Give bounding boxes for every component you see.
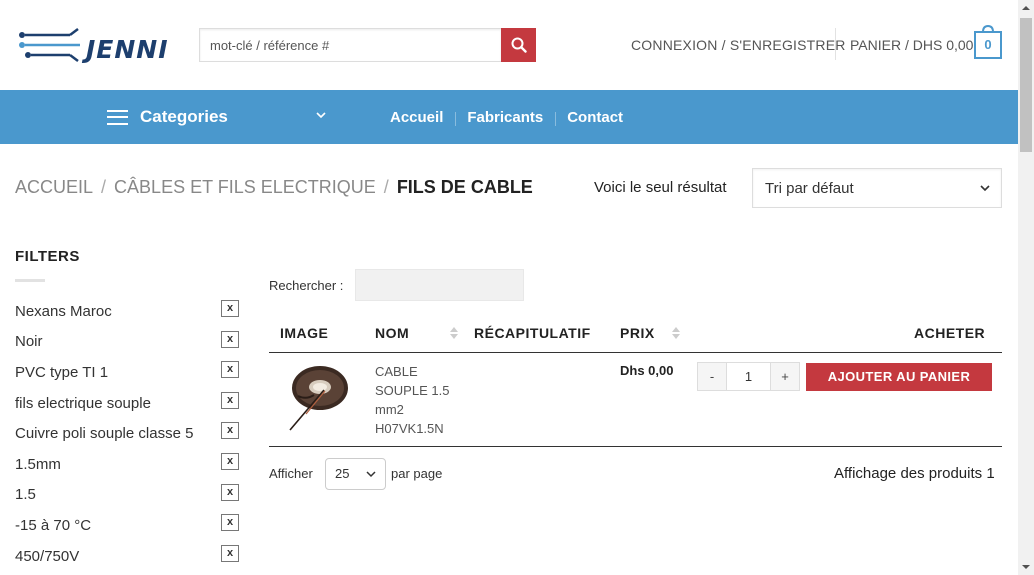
show-label: Afficher <box>269 466 313 481</box>
quantity-stepper: - 1 + <box>697 362 800 391</box>
filter-item: PVC type TI 1 x <box>15 357 245 388</box>
column-header-buy: ACHETER <box>914 325 986 341</box>
filter-item: Noir x <box>15 327 245 358</box>
remove-filter-button[interactable]: x <box>221 361 239 379</box>
product-price: Dhs 0,00 <box>620 363 674 378</box>
chevron-down-icon <box>980 185 990 192</box>
hamburger-icon <box>107 109 128 125</box>
quantity-input[interactable]: 1 <box>727 363 770 390</box>
add-to-cart-button[interactable]: AJOUTER AU PANIER <box>806 363 992 391</box>
search-button[interactable] <box>501 28 536 62</box>
site-header: JENNI CONNEXION / S'ENREGISTRER PANIER /… <box>0 0 1018 90</box>
nav-links: Accueil Fabricants Contact <box>378 90 635 144</box>
scroll-down-arrow-icon[interactable] <box>1018 559 1034 575</box>
logo-circuit-icon <box>19 28 80 62</box>
search-input[interactable] <box>199 28 502 62</box>
filter-label: 450/750V <box>15 547 80 565</box>
remove-filter-button[interactable]: x <box>221 300 239 317</box>
active-filters-list: Nexans Maroc x Noir x PVC type TI 1 x fils … <box>15 296 245 571</box>
filter-item: Nexans Maroc x <box>15 296 245 327</box>
scroll-up-arrow-icon[interactable] <box>1018 0 1034 16</box>
product-image[interactable] <box>284 360 352 434</box>
sort-select[interactable]: Tri par défaut <box>752 168 1002 208</box>
table-info: Affichage des produits 1 <box>834 465 995 482</box>
site-logo[interactable]: JENNI <box>18 22 168 68</box>
categories-menu-toggle[interactable]: Categories <box>107 90 228 144</box>
scrollbar-thumb[interactable] <box>1020 18 1032 152</box>
column-header-name[interactable]: NOM <box>375 325 409 341</box>
categories-label: Categories <box>140 107 228 126</box>
main-nav: Categories Accueil Fabricants Contact <box>0 90 1018 144</box>
filter-item: 1.5 x <box>15 480 245 511</box>
filter-item: Cuivre poli souple classe 5 x <box>15 418 245 449</box>
remove-filter-button[interactable]: x <box>221 452 239 470</box>
nav-link-accueil[interactable]: Accueil <box>378 109 455 126</box>
nav-link-fabricants[interactable]: Fabricants <box>455 109 555 126</box>
logo-text: JENNI <box>86 35 169 64</box>
sort-selected-value: Tri par défaut <box>765 179 854 197</box>
filters-title: FILTERS <box>15 248 80 265</box>
filter-label: Nexans Maroc <box>15 302 112 320</box>
filter-label: PVC type TI 1 <box>15 363 109 381</box>
per-page-select[interactable]: 25 <box>325 458 386 490</box>
filter-item: 450/750V x <box>15 541 245 572</box>
table-search-label: Rechercher : <box>269 278 344 293</box>
filter-label: -15 à 70 °C <box>15 516 92 534</box>
cart-count-badge: 0 <box>984 37 992 52</box>
filter-label: 1.5mm <box>15 455 61 473</box>
breadcrumb-separator: / <box>101 177 107 197</box>
column-header-price[interactable]: PRIX <box>620 325 655 341</box>
nav-link-contact[interactable]: Contact <box>555 109 635 126</box>
breadcrumb-current: FILS DE CABLE <box>396 177 533 197</box>
chevron-down-icon[interactable] <box>316 110 326 120</box>
quantity-decrease-button[interactable]: - <box>698 363 727 390</box>
sort-arrows-icon[interactable] <box>671 325 681 341</box>
remove-filter-button[interactable]: x <box>221 422 239 440</box>
remove-filter-button[interactable]: x <box>221 483 239 501</box>
result-count: Voici le seul résultat <box>594 179 727 196</box>
filter-label: fils electrique souple <box>15 394 151 412</box>
column-header-image: IMAGE <box>280 325 329 341</box>
breadcrumb-home[interactable]: ACCUEIL <box>15 177 93 197</box>
remove-filter-button[interactable]: x <box>221 544 239 562</box>
filter-item: 1.5mm x <box>15 449 245 480</box>
search-icon <box>511 37 527 53</box>
table-search-input[interactable] <box>355 269 524 301</box>
breadcrumb-separator: / <box>383 177 389 197</box>
filter-label: Cuivre poli souple classe 5 <box>15 425 194 443</box>
breadcrumb: ACCUEIL / CÂBLES ET FILS ELECTRIQUE / FILS D… <box>15 177 533 198</box>
product-name-link[interactable]: CABLE SOUPLE 1.5 mm2 H07VK1.5N <box>375 362 465 438</box>
sort-arrows-icon[interactable] <box>449 325 459 341</box>
cart-link[interactable]: PANIER / DHS 0,00 <box>850 37 973 53</box>
filter-item: fils electrique souple x <box>15 388 245 419</box>
login-register-link[interactable]: CONNEXION / S'ENREGISTRER <box>631 37 846 53</box>
search-form <box>199 28 536 62</box>
quantity-increase-button[interactable]: + <box>770 363 799 390</box>
column-header-summary: RÉCAPITULATIF <box>474 325 591 341</box>
filter-item: -15 à 70 °C x <box>15 510 245 541</box>
table-header-divider <box>269 352 1002 353</box>
per-page-label: par page <box>391 466 443 481</box>
header-divider <box>835 28 836 60</box>
remove-filter-button[interactable]: x <box>221 391 239 409</box>
filters-divider <box>15 279 45 282</box>
page-scrollbar[interactable] <box>1018 0 1034 575</box>
chevron-down-icon <box>366 471 376 478</box>
remove-filter-button[interactable]: x <box>221 330 239 348</box>
filter-label: Noir <box>15 333 43 351</box>
filter-label: 1.5 <box>15 486 36 504</box>
table-footer-divider <box>269 446 1002 447</box>
per-page-value: 25 <box>335 466 350 481</box>
breadcrumb-category[interactable]: CÂBLES ET FILS ELECTRIQUE <box>114 177 376 197</box>
remove-filter-button[interactable]: x <box>221 514 239 532</box>
